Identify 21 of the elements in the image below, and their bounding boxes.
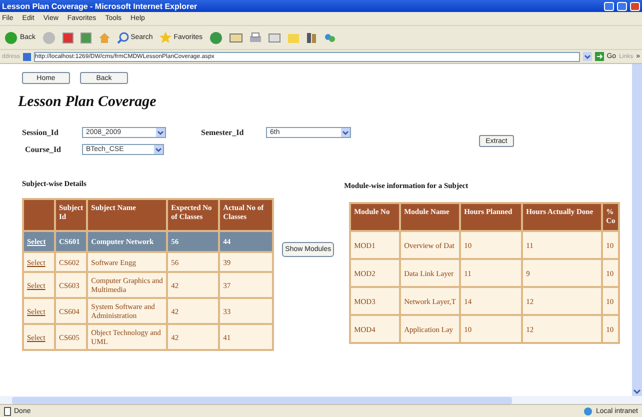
go-arrow-icon[interactable] [594,52,604,61]
filter-label: Course_Id [24,145,62,154]
globe-icon [582,406,593,416]
books-icon[interactable] [306,32,318,44]
minimize-button[interactable] [604,2,614,10]
dropdown-caret-icon[interactable] [156,128,165,137]
dropdown-caret-icon[interactable] [154,145,163,154]
dropdown-caret-icon[interactable] [341,128,350,137]
filter-label: Session_Id [22,128,60,137]
star-icon[interactable] [158,31,172,44]
window-title: Lesson Plan Coverage - Microsoft Internet Explorer [2,2,198,10]
printer-icon[interactable] [248,32,262,44]
filter-label: Semester_Id [201,128,245,137]
maximize-button[interactable] [617,2,627,10]
page-title: Lesson Plan Coverage [18,94,158,111]
search-icon[interactable] [116,32,129,44]
scrollbar-thumb[interactable] [12,396,512,404]
close-button[interactable] [630,2,640,10]
people-icon[interactable] [324,32,336,44]
stop-icon[interactable] [62,32,74,44]
dropdown-caret-icon[interactable] [582,52,592,61]
